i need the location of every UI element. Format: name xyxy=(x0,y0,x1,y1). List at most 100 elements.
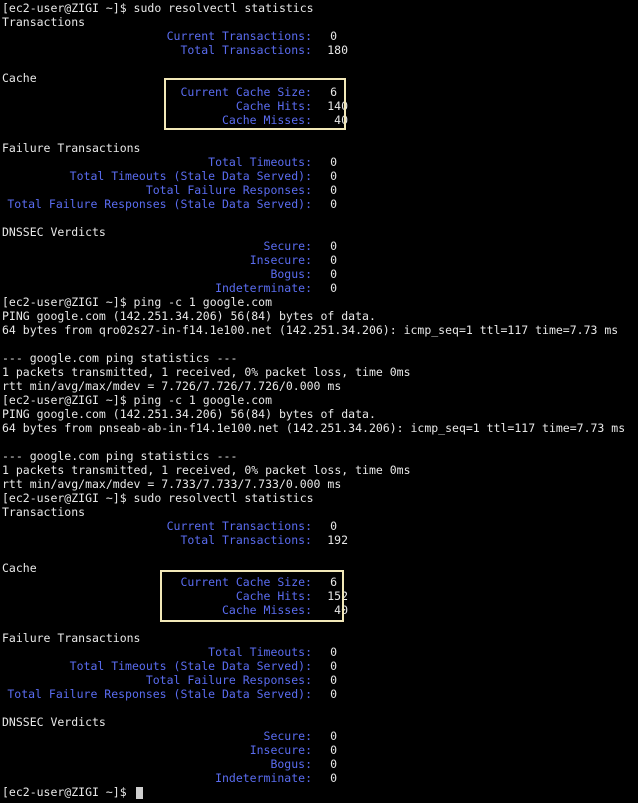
stat-label: Total Timeouts (Stale Data Served): xyxy=(69,169,312,183)
stat-label: Cache Misses: xyxy=(221,603,312,617)
stat-label: Indeterminate: xyxy=(215,771,312,785)
stat-value: 0 xyxy=(330,183,337,197)
stat-value: 40 xyxy=(334,113,348,127)
stat-value: 40 xyxy=(334,603,348,617)
section-heading-cache: Cache xyxy=(2,561,37,575)
stat-value: 0 xyxy=(330,169,337,183)
stat-value: 0 xyxy=(330,29,337,43)
stat-label: Secure: xyxy=(263,239,312,253)
stat-row: Insecure: 0 xyxy=(2,743,638,757)
ping-stats-line: rtt min/avg/max/mdev = 7.726/7.726/7.726… xyxy=(2,379,342,393)
stat-row: Indeterminate: 0 xyxy=(2,281,638,295)
stat-label: Cache Misses: xyxy=(221,113,312,127)
stat-label: Cache Hits: xyxy=(235,589,312,603)
ping-stats-header: --- google.com ping statistics --- xyxy=(2,351,238,365)
terminal-output[interactable]: [ec2-user@ZIGI ~]$ sudo resolvectl stati… xyxy=(2,1,638,799)
stat-row: Current Transactions: 0 xyxy=(2,29,638,43)
stat-row: Cache Hits: 152 xyxy=(2,589,638,603)
stat-value: 152 xyxy=(327,589,348,603)
stat-value: 6 xyxy=(330,85,337,99)
stat-row: Total Timeouts (Stale Data Served): 0 xyxy=(2,659,638,673)
stat-label: Bogus: xyxy=(270,757,312,771)
stat-row: Total Transactions: 180 xyxy=(2,43,638,57)
section-heading-dnssec: DNSSEC Verdicts xyxy=(2,715,106,729)
stat-row: Total Timeouts (Stale Data Served): 0 xyxy=(2,169,638,183)
stat-row: Insecure: 0 xyxy=(2,253,638,267)
stat-label: Current Transactions: xyxy=(166,29,312,43)
ping-stats-line: 1 packets transmitted, 1 received, 0% pa… xyxy=(2,463,411,477)
section-heading-cache: Cache xyxy=(2,71,37,85)
active-prompt[interactable]: [ec2-user@ZIGI ~]$ xyxy=(2,785,638,799)
stat-value: 0 xyxy=(330,267,337,281)
stat-row: Secure: 0 xyxy=(2,729,638,743)
stat-row: Total Failure Responses: 0 xyxy=(2,183,638,197)
stat-row: Cache Misses: 40 xyxy=(2,113,638,127)
stat-row: Total Failure Responses (Stale Data Serv… xyxy=(2,687,638,701)
stat-value: 0 xyxy=(330,197,337,211)
ping-stats-line: 1 packets transmitted, 1 received, 0% pa… xyxy=(2,365,411,379)
prompt-text: [ec2-user@ZIGI ~]$ xyxy=(2,785,134,799)
stat-label: Insecure: xyxy=(249,743,312,757)
stat-label: Cache Hits: xyxy=(235,99,312,113)
stat-value: 0 xyxy=(330,771,337,785)
stat-value: 0 xyxy=(330,253,337,267)
stat-value: 0 xyxy=(330,729,337,743)
stat-value: 0 xyxy=(330,757,337,771)
stat-row: Cache Misses: 40 xyxy=(2,603,638,617)
stat-value: 0 xyxy=(330,673,337,687)
stat-label: Total Timeouts: xyxy=(208,645,312,659)
stat-row: Total Failure Responses (Stale Data Serv… xyxy=(2,197,638,211)
stat-label: Total Failure Responses (Stale Data Serv… xyxy=(7,687,312,701)
stat-value: 0 xyxy=(330,281,337,295)
ping-output-line: PING google.com (142.251.34.206) 56(84) … xyxy=(2,309,376,323)
stat-value: 0 xyxy=(330,659,337,673)
text-cursor xyxy=(135,786,143,799)
stat-value: 0 xyxy=(330,645,337,659)
ping-stats-header: --- google.com ping statistics --- xyxy=(2,449,238,463)
stat-label: Bogus: xyxy=(270,267,312,281)
stat-label: Current Transactions: xyxy=(166,519,312,533)
stat-row: Current Cache Size: 6 xyxy=(2,85,638,99)
ping-stats-line: rtt min/avg/max/mdev = 7.733/7.733/7.733… xyxy=(2,477,342,491)
stat-value: 180 xyxy=(327,43,348,57)
stat-label: Current Cache Size: xyxy=(180,85,312,99)
stat-value: 0 xyxy=(330,743,337,757)
stat-value: 0 xyxy=(330,687,337,701)
stat-label: Total Failure Responses: xyxy=(145,183,312,197)
section-heading-transactions: Transactions xyxy=(2,15,86,29)
stat-value: 6 xyxy=(330,575,337,589)
stat-label: Total Transactions: xyxy=(180,533,312,547)
stat-value: 0 xyxy=(330,239,337,253)
stat-row: Indeterminate: 0 xyxy=(2,771,638,785)
command-prompt: [ec2-user@ZIGI ~]$ ping -c 1 google.com xyxy=(2,295,273,309)
section-heading-failure: Failure Transactions xyxy=(2,141,141,155)
stat-value: 0 xyxy=(330,519,337,533)
stat-value: 192 xyxy=(327,533,348,547)
stat-label: Indeterminate: xyxy=(215,281,312,295)
stat-row: Total Timeouts: 0 xyxy=(2,155,638,169)
section-heading-failure: Failure Transactions xyxy=(2,631,141,645)
ping-output-line: PING google.com (142.251.34.206) 56(84) … xyxy=(2,407,376,421)
stat-value: 0 xyxy=(330,155,337,169)
stat-row: Total Timeouts: 0 xyxy=(2,645,638,659)
stat-label: Insecure: xyxy=(249,253,312,267)
stat-row: Total Transactions: 192 xyxy=(2,533,638,547)
stat-label: Total Failure Responses (Stale Data Serv… xyxy=(7,197,312,211)
command-prompt: [ec2-user@ZIGI ~]$ sudo resolvectl stati… xyxy=(2,1,314,15)
stat-row: Current Cache Size: 6 xyxy=(2,575,638,589)
section-heading-dnssec: DNSSEC Verdicts xyxy=(2,225,106,239)
command-prompt: [ec2-user@ZIGI ~]$ ping -c 1 google.com xyxy=(2,393,273,407)
ping-output-line: 64 bytes from pnseab-ab-in-f14.1e100.net… xyxy=(2,421,626,435)
stat-row: Current Transactions: 0 xyxy=(2,519,638,533)
stat-row: Bogus: 0 xyxy=(2,267,638,281)
section-heading-transactions: Transactions xyxy=(2,505,86,519)
stat-row: Bogus: 0 xyxy=(2,757,638,771)
stat-label: Secure: xyxy=(263,729,312,743)
stat-label: Total Failure Responses: xyxy=(145,673,312,687)
stat-row: Total Failure Responses: 0 xyxy=(2,673,638,687)
ping-output-line: 64 bytes from qro02s27-in-f14.1e100.net … xyxy=(2,323,619,337)
stat-label: Total Timeouts: xyxy=(208,155,312,169)
stat-row: Secure: 0 xyxy=(2,239,638,253)
stat-label: Current Cache Size: xyxy=(180,575,312,589)
stat-row: Cache Hits: 140 xyxy=(2,99,638,113)
